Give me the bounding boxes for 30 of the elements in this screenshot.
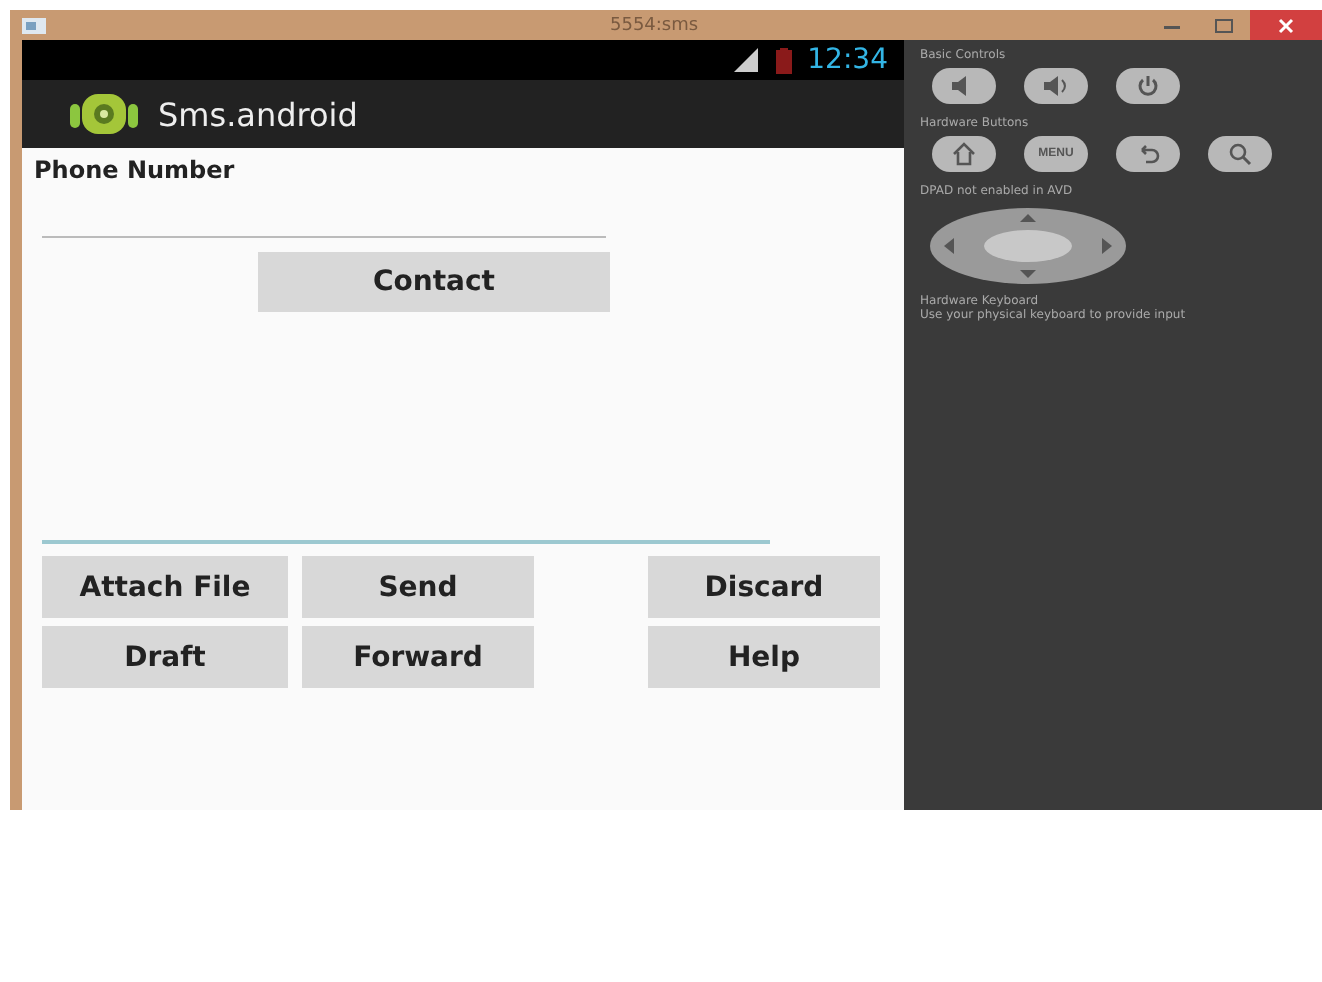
action-button[interactable]: Attach File [42, 556, 288, 618]
app-icon [22, 17, 46, 33]
power-button[interactable] [1116, 68, 1180, 104]
action-button[interactable]: Forward [302, 626, 534, 688]
maximize-icon [1214, 17, 1234, 33]
speaker-icon [1042, 76, 1070, 96]
home-button[interactable] [932, 136, 996, 172]
back-button[interactable] [1116, 136, 1180, 172]
clock: 12:34 [807, 44, 888, 76]
action-button[interactable]: Help [648, 626, 880, 688]
search-icon [1228, 142, 1252, 166]
search-button[interactable] [1208, 136, 1272, 172]
action-button[interactable]: Draft [42, 626, 288, 688]
battery-icon [775, 47, 792, 73]
back-arrow-icon [1136, 142, 1160, 166]
action-button[interactable]: Send [302, 556, 534, 618]
close-icon [1276, 17, 1296, 33]
app-title: Sms.android [158, 95, 358, 133]
window-title: 5554:sms [610, 15, 699, 35]
volume-down-button[interactable] [932, 68, 996, 104]
robot-icon [70, 90, 138, 138]
house-icon [952, 142, 976, 166]
field-label: Phone Number [34, 156, 237, 184]
dpad-control[interactable] [928, 206, 1128, 286]
signal-icon [731, 48, 760, 72]
power-icon [1136, 74, 1160, 98]
action-button[interactable]: Discard [648, 556, 880, 618]
contact-button[interactable]: Contact [258, 252, 610, 312]
volume-up-button[interactable] [1024, 68, 1088, 104]
close-button[interactable] [1250, 10, 1322, 40]
